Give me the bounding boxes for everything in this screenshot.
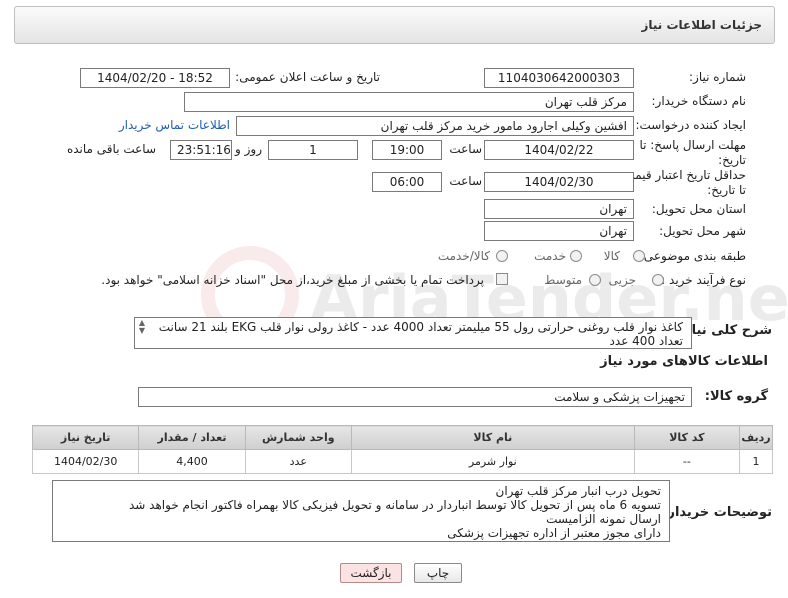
reply-days-field: 1 xyxy=(268,140,358,160)
category-option-service: خدمت xyxy=(534,249,566,263)
goods-group-field: تجهیزات پزشکی و سلامت xyxy=(138,387,692,407)
city-label: شهر محل تحویل: xyxy=(659,224,746,238)
buyer-notes-textarea[interactable]: تحویل درب انبار مرکز قلب تهران تسویه 6 م… xyxy=(52,480,670,542)
scroll-arrows-icon: ▲ ▼ xyxy=(138,318,146,335)
category-radio-service[interactable] xyxy=(570,250,582,262)
buyer-note-line: تحویل درب انبار مرکز قلب تهران xyxy=(495,484,661,498)
purchase-option-minor: جزیی xyxy=(608,273,636,287)
reply-deadline-time-field: 19:00 xyxy=(372,140,442,160)
goods-group-label: گروه کالا: xyxy=(704,389,768,404)
buyer-notes-label: توضیحات خریدار: xyxy=(662,505,772,520)
cell-row-number: 1 xyxy=(738,449,774,474)
print-button[interactable]: چاپ xyxy=(414,563,462,583)
purchase-radio-medium[interactable] xyxy=(589,274,601,286)
category-radio-goods[interactable] xyxy=(633,250,645,262)
page-title: جزئیات اطلاعات نیاز xyxy=(641,18,762,32)
announce-datetime-label: تاریخ و ساعت اعلان عمومی: xyxy=(235,70,380,84)
price-validity-time-label: ساعت xyxy=(449,174,482,188)
buyer-contact-link[interactable]: اطلاعات تماس خریدار xyxy=(119,118,230,132)
buyer-org-field: مرکز قلب تهران xyxy=(184,92,634,112)
reply-deadline-date-field: 1404/02/22 xyxy=(484,140,634,160)
announce-datetime-field: 1404/02/20 - 18:52 xyxy=(80,68,230,88)
purchase-option-medium: متوسط xyxy=(544,273,582,287)
cell-item-name: نوار شرمر xyxy=(350,449,635,474)
header-panel: جزئیات اطلاعات نیاز xyxy=(14,6,775,44)
reply-time-label: ساعت xyxy=(449,142,482,156)
price-validity-time-field: 06:00 xyxy=(372,172,442,192)
province-field: تهران xyxy=(484,199,634,219)
price-validity-label: حداقل تاریخ اعتبار قیمت: xyxy=(619,168,746,182)
goods-table: ردیف کد کالا نام کالا واحد شمارش تعداد /… xyxy=(31,425,774,474)
cell-unit: عدد xyxy=(244,449,352,474)
category-label: طبقه بندی موضوعی: xyxy=(639,249,746,263)
description-text: کاغذ نوار قلب روغنی حرارتی رول 55 میلیمت… xyxy=(158,320,683,348)
goods-table-header: ردیف کد کالا نام کالا واحد شمارش تعداد /… xyxy=(31,425,774,450)
category-radio-goods-service[interactable] xyxy=(496,250,508,262)
cell-need-date: 1404/02/30 xyxy=(31,449,140,474)
col-unit: واحد شمارش xyxy=(244,425,352,450)
description-scrollbar[interactable]: ▲ ▼ xyxy=(136,319,148,347)
category-option-goods-service: کالا/خدمت xyxy=(437,249,490,263)
cell-quantity: 4,400 xyxy=(138,449,246,474)
city-field: تهران xyxy=(484,221,634,241)
back-button[interactable]: بازگشت xyxy=(340,563,402,583)
table-row[interactable]: 1 -- نوار شرمر عدد 4,400 1404/02/30 xyxy=(31,449,774,474)
reply-deadline-label: مهلت ارسال پاسخ: تا xyxy=(639,138,746,152)
treasury-checkbox[interactable] xyxy=(496,273,508,285)
description-label: شرح کلی نیاز: xyxy=(678,323,772,338)
requester-label: ایجاد کننده درخواست: xyxy=(635,118,746,132)
cell-item-code: -- xyxy=(633,449,740,474)
goods-info-title: اطلاعات کالاهای مورد نیاز xyxy=(600,354,768,369)
need-number-field: 1104030642000303 xyxy=(484,68,634,88)
category-option-goods: کالا xyxy=(603,249,620,263)
need-number-label: شماره نیاز: xyxy=(689,70,746,84)
col-quantity: تعداد / مقدار xyxy=(138,425,246,450)
price-validity-label-date: تا تاریخ: xyxy=(707,183,746,197)
purchase-radio-minor[interactable] xyxy=(652,274,664,286)
remaining-time-field: 23:51:16 xyxy=(170,140,232,160)
buyer-note-line: تسویه 6 ماه پس از تحویل کالا توسط انبارد… xyxy=(129,498,661,512)
price-validity-date-field: 1404/02/30 xyxy=(484,172,634,192)
description-textarea[interactable]: کاغذ نوار قلب روغنی حرارتی رول 55 میلیمت… xyxy=(134,317,692,349)
buyer-note-line: دارای مجوز معتبر از اداره تجهیزات پزشکی xyxy=(447,526,661,540)
col-need-date: تاریخ نیاز xyxy=(31,425,140,450)
requester-field: افشین وکیلی اجارود مامور خرید مرکز قلب ت… xyxy=(236,116,634,136)
remaining-time-label: ساعت باقی مانده xyxy=(66,142,156,156)
col-item-code: کد کالا xyxy=(633,425,740,450)
col-row-number: ردیف xyxy=(738,425,774,450)
col-item-name: نام کالا xyxy=(350,425,635,450)
buyer-org-label: نام دستگاه خریدار: xyxy=(651,94,747,108)
treasury-note: پرداخت تمام یا بخشی از مبلغ خرید،از محل … xyxy=(101,273,484,287)
reply-deadline-label-date: تاریخ: xyxy=(718,153,746,167)
province-label: استان محل تحویل: xyxy=(651,202,746,216)
reply-days-label: روز و xyxy=(235,142,262,156)
purchase-type-label: نوع فرآیند خرید : xyxy=(661,273,746,287)
buyer-note-line: ارسال نمونه الزامیست xyxy=(546,512,661,526)
